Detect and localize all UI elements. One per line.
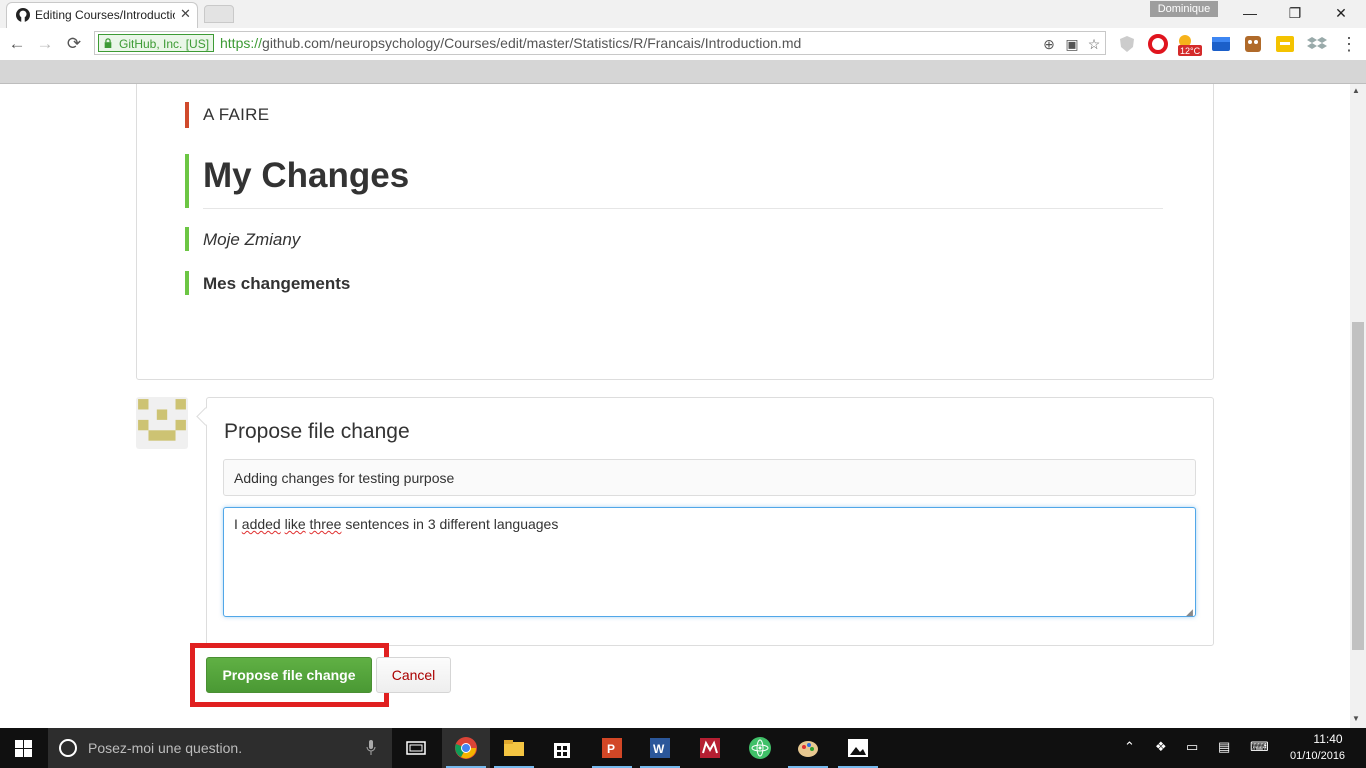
commit-description-textarea[interactable]: I added like three sentences in 3 differ… — [223, 507, 1196, 617]
desc-rest: sentences in 3 different languages — [345, 516, 559, 532]
clock-date[interactable]: 01/10/2016 — [1290, 750, 1345, 762]
close-window-icon[interactable]: ✕ — [1326, 4, 1356, 22]
taskbar-chrome[interactable] — [442, 728, 490, 768]
keyboard-icon[interactable]: ⌨ — [1250, 739, 1269, 755]
url-path: github.com/neuropsychology/Courses/edit/… — [262, 35, 802, 51]
added-line-marker — [185, 154, 189, 208]
browser-tab[interactable]: Editing Courses/Introductio ✕ — [6, 2, 198, 28]
url-protocol: https:// — [220, 35, 263, 51]
scroll-up-icon[interactable]: ▲ — [1352, 86, 1360, 95]
heading-divider — [203, 208, 1163, 209]
lock-icon — [104, 38, 112, 48]
desc-word-misspelled: added — [241, 516, 281, 532]
taskbar-paint[interactable] — [784, 728, 832, 768]
start-button[interactable] — [0, 728, 48, 768]
taskbar-powerpoint[interactable]: P — [588, 728, 636, 768]
page-content: A FAIRE My Changes Moje Zmiany Mes chang… — [0, 84, 1350, 728]
highlight-annotation — [190, 643, 389, 707]
taskbar-word[interactable]: W — [636, 728, 684, 768]
zoom-icon[interactable]: ⊕ — [1040, 35, 1058, 53]
dropbox-icon[interactable] — [1306, 33, 1328, 55]
cortana-search-box[interactable]: Posez-moi une question. — [48, 728, 392, 768]
extension-brown-icon[interactable] — [1242, 33, 1264, 55]
taskbar-mendeley[interactable] — [686, 728, 734, 768]
chrome-icon — [455, 737, 477, 759]
show-hidden-icons-icon[interactable]: ⌃ — [1124, 739, 1135, 755]
translate-icon[interactable]: ▣ — [1063, 35, 1081, 53]
forward-icon[interactable]: → — [34, 33, 56, 55]
tab-close-icon[interactable]: ✕ — [180, 6, 191, 22]
browser-titlebar: Editing Courses/Introductio ✕ Dominique … — [0, 0, 1366, 28]
extension-blue-icon[interactable] — [1210, 33, 1232, 55]
extension-yellow-icon[interactable] — [1274, 33, 1296, 55]
commit-summary-input[interactable] — [223, 459, 1196, 496]
scrollbar-thumb[interactable] — [1352, 322, 1364, 650]
desc-word-misspelled: three — [309, 516, 342, 532]
taskbar-file-explorer[interactable] — [490, 728, 538, 768]
powerpoint-icon: P — [602, 738, 622, 758]
mendeley-icon — [700, 738, 720, 758]
windows-taskbar: Posez-moi une question. P W ⌃ ❖ ▭ ▤ ⌨ 11… — [0, 728, 1366, 768]
svg-text:W: W — [653, 742, 665, 756]
added-line-marker — [185, 227, 189, 251]
network-icon[interactable]: ▭ — [1186, 739, 1198, 755]
github-icon — [16, 8, 30, 22]
deleted-line-marker — [185, 102, 189, 128]
atom-icon — [749, 737, 771, 759]
bookmarks-bar — [0, 60, 1366, 84]
task-view-icon — [406, 741, 426, 755]
dropbox-tray-icon[interactable]: ❖ — [1155, 739, 1167, 755]
taskbar-store[interactable] — [538, 728, 586, 768]
commit-form-heading: Propose file change — [224, 420, 410, 443]
bookmark-star-icon[interactable]: ☆ — [1085, 35, 1103, 53]
clock-time[interactable]: 11:40 — [1306, 732, 1350, 746]
svg-text:P: P — [607, 742, 615, 756]
new-tab-button[interactable] — [204, 5, 234, 23]
added-line-marker — [185, 271, 189, 295]
taskbar-photos[interactable] — [834, 728, 882, 768]
identicon-icon — [138, 399, 186, 441]
textarea-resize-handle[interactable]: ◢ — [1186, 607, 1193, 618]
store-icon — [554, 743, 570, 758]
ev-certificate-badge[interactable]: GitHub, Inc. [US] — [98, 34, 215, 52]
restore-icon[interactable]: ❐ — [1280, 4, 1310, 22]
paint-icon — [798, 741, 818, 757]
cancel-button[interactable]: Cancel — [376, 657, 451, 693]
windows-logo-icon — [15, 740, 32, 757]
weather-icon[interactable]: 12°C — [1176, 33, 1202, 56]
weather-badge-text: 12°C — [1180, 46, 1201, 56]
opera-icon[interactable] — [1147, 33, 1169, 55]
search-placeholder: Posez-moi une question. — [88, 740, 243, 756]
microphone-icon[interactable] — [366, 740, 376, 756]
back-icon[interactable]: ← — [6, 33, 28, 55]
extension-shield-icon[interactable] — [1116, 33, 1138, 55]
desc-word: I — [234, 516, 238, 532]
address-bar[interactable]: GitHub, Inc. [US] https://github.com/neu… — [94, 31, 1106, 55]
task-view-button[interactable] — [392, 728, 440, 768]
preview-todo-text: A FAIRE — [203, 105, 270, 124]
taskbar-atom[interactable] — [736, 728, 784, 768]
scroll-down-icon[interactable]: ▼ — [1352, 714, 1360, 723]
photos-icon — [848, 739, 868, 757]
desc-word-misspelled: like — [284, 516, 306, 532]
tab-title: Editing Courses/Introductio — [35, 8, 175, 22]
folder-icon — [504, 740, 524, 756]
preview-heading: My Changes — [203, 156, 410, 195]
preview-italic-line: Moje Zmiany — [203, 230, 301, 249]
preview-bold-line: Mes changements — [203, 274, 351, 293]
word-icon: W — [650, 738, 670, 758]
menu-icon[interactable]: ⋮ — [1338, 33, 1360, 55]
action-center-icon[interactable]: ▤ — [1218, 739, 1230, 755]
minimize-icon[interactable]: — — [1235, 4, 1265, 22]
avatar[interactable] — [136, 397, 188, 449]
profile-button[interactable]: Dominique — [1150, 1, 1218, 17]
cortana-icon — [59, 739, 77, 757]
url-text[interactable]: https://github.com/neuropsychology/Cours… — [220, 34, 801, 52]
reload-icon[interactable]: ⟳ — [63, 33, 85, 55]
ev-label: GitHub, Inc. [US] — [119, 37, 210, 51]
